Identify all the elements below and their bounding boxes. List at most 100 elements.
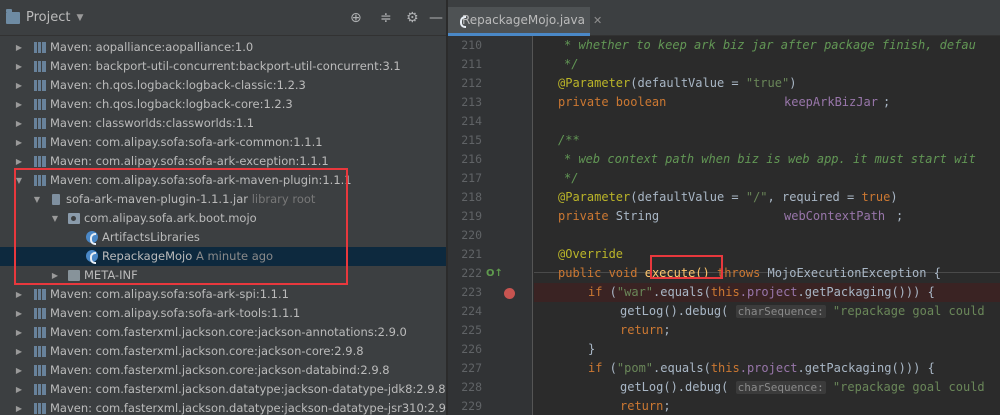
code-line: @Parameter(defaultValue = "/", required … xyxy=(558,190,898,204)
gear-icon[interactable]: ⚙ xyxy=(406,10,419,26)
editor-tab-bar: RepackageMojo.java ✕ xyxy=(448,0,1000,36)
tree-item[interactable]: ArtifactsLibraries xyxy=(0,228,446,247)
code-line: getLog().debug( charSequence: "repackage… xyxy=(620,304,985,318)
tree-item[interactable]: ▶ Maven: com.fasterxml.jackson.core:jack… xyxy=(0,342,446,361)
tree-item[interactable]: ▶ META-INF xyxy=(0,266,446,285)
library-icon xyxy=(34,156,46,167)
tree-item[interactable]: ▶ Maven: com.alipay.sofa:sofa-ark-common… xyxy=(0,133,446,152)
jar-icon xyxy=(52,194,60,205)
tree-item-selected[interactable]: RepackageMojo A minute ago xyxy=(0,247,446,266)
chevron-right-icon[interactable]: ▶ xyxy=(14,95,24,114)
tree-item-label: Maven: ch.qos.logback:logback-classic:1.… xyxy=(50,78,306,92)
line-number: 216 xyxy=(461,152,482,166)
tree-item-label: Maven: aopalliance:aopalliance:1.0 xyxy=(50,40,254,54)
chevron-down-icon[interactable]: ▼ xyxy=(14,171,24,190)
chevron-right-icon[interactable]: ▶ xyxy=(14,133,24,152)
tree-item-label: Maven: ch.qos.logback:logback-core:1.2.3 xyxy=(50,97,293,111)
tree-item[interactable]: ▼ com.alipay.sofa.ark.boot.mojo xyxy=(0,209,446,228)
library-icon xyxy=(34,308,46,319)
line-number: 226 xyxy=(461,342,482,356)
code-line: /** xyxy=(558,133,580,147)
tree-item-label: Maven: com.fasterxml.jackson.datatype:ja… xyxy=(50,401,447,415)
tree-item[interactable]: ▶ Maven: com.fasterxml.jackson.core:jack… xyxy=(0,361,446,380)
library-icon xyxy=(34,137,46,148)
override-marker-icon[interactable]: O↑ xyxy=(486,264,503,283)
project-title[interactable]: Project xyxy=(26,10,70,25)
parameter-hint: charSequence: xyxy=(735,305,826,318)
tree-item-label: sofa-ark-maven-plugin-1.1.1.jar xyxy=(66,192,249,206)
code-editor: RepackageMojo.java ✕ 210 211 212 213 214… xyxy=(448,0,1000,415)
chevron-right-icon[interactable]: ▶ xyxy=(14,399,24,415)
chevron-right-icon[interactable]: ▶ xyxy=(14,323,24,342)
chevron-right-icon[interactable]: ▶ xyxy=(14,152,24,171)
tree-item-label: Maven: com.fasterxml.jackson.core:jackso… xyxy=(50,344,364,358)
package-icon xyxy=(68,213,80,224)
line-number: 221 xyxy=(461,247,482,261)
collapse-icon[interactable]: ≑ xyxy=(380,10,392,26)
code-line: private String webContextPath; xyxy=(558,209,904,223)
library-root-hint: library root xyxy=(251,192,316,206)
tree-item[interactable]: ▶ Maven: com.fasterxml.jackson.datatype:… xyxy=(0,380,446,399)
hide-icon[interactable]: — xyxy=(429,10,443,26)
library-icon xyxy=(34,42,46,53)
tree-item[interactable]: ▶ Maven: ch.qos.logback:logback-core:1.2… xyxy=(0,95,446,114)
line-number: 223 xyxy=(461,285,482,299)
tree-item[interactable]: ▶ Maven: aopalliance:aopalliance:1.0 xyxy=(0,38,446,57)
library-icon xyxy=(34,175,46,186)
code-line: getLog().debug( charSequence: "repackage… xyxy=(620,380,985,394)
code-line: */ xyxy=(564,171,579,185)
tree-item[interactable]: ▼ sofa-ark-maven-plugin-1.1.1.jar librar… xyxy=(0,190,446,209)
chevron-right-icon[interactable]: ▶ xyxy=(14,285,24,304)
chevron-right-icon[interactable]: ▶ xyxy=(14,38,24,57)
execute-method[interactable]: execute() xyxy=(645,266,710,280)
chevron-right-icon[interactable]: ▶ xyxy=(14,57,24,76)
chevron-right-icon[interactable]: ▶ xyxy=(14,380,24,399)
line-number: 215 xyxy=(461,133,482,147)
tree-item[interactable]: ▶ Maven: ch.qos.logback:logback-classic:… xyxy=(0,76,446,95)
library-icon xyxy=(34,327,46,338)
tree-item-label: Maven: com.fasterxml.jackson.core:jackso… xyxy=(50,363,390,377)
tree-item-label: META-INF xyxy=(84,268,138,282)
editor-gutter[interactable]: 210 211 212 213 214 215 216 217 218 219 … xyxy=(448,36,533,415)
project-panel: Project ▼ ⊕ ≑ ⚙ — ▶ Maven: aopalliance:a… xyxy=(0,0,447,415)
chevron-right-icon[interactable]: ▶ xyxy=(14,304,24,323)
chevron-right-icon[interactable]: ▶ xyxy=(14,361,24,380)
tree-item-label: Maven: com.alipay.sofa:sofa-ark-common:1… xyxy=(50,135,323,149)
code-line: public void execute() throws MojoExecuti… xyxy=(558,266,941,280)
line-number: 220 xyxy=(461,228,482,242)
code-area[interactable]: * whether to keep ark biz jar after pack… xyxy=(534,36,1000,415)
line-number: 211 xyxy=(461,57,482,71)
library-icon xyxy=(34,346,46,357)
tree-item[interactable]: ▼ Maven: com.alipay.sofa:sofa-ark-maven-… xyxy=(0,171,446,190)
tab-repackagemojo[interactable]: RepackageMojo.java ✕ xyxy=(448,7,602,36)
line-number: 212 xyxy=(461,76,482,90)
chevron-down-icon[interactable]: ▼ xyxy=(76,13,83,23)
chevron-right-icon[interactable]: ▶ xyxy=(50,266,60,285)
chevron-right-icon[interactable]: ▶ xyxy=(14,342,24,361)
line-number: 213 xyxy=(461,95,482,109)
breakpoint-icon[interactable] xyxy=(504,288,515,299)
tree-item[interactable]: ▶ Maven: com.alipay.sofa:sofa-ark-except… xyxy=(0,152,446,171)
library-icon xyxy=(34,80,46,91)
library-icon xyxy=(34,99,46,110)
tree-item[interactable]: ▶ Maven: com.fasterxml.jackson.datatype:… xyxy=(0,399,447,415)
chevron-down-icon[interactable]: ▼ xyxy=(32,190,42,209)
chevron-right-icon[interactable]: ▶ xyxy=(14,76,24,95)
tree-item-label: com.alipay.sofa.ark.boot.mojo xyxy=(84,211,257,225)
tree-item[interactable]: ▶ Maven: backport-util-concurrent:backpo… xyxy=(0,57,446,76)
chevron-right-icon[interactable]: ▶ xyxy=(14,114,24,133)
library-icon xyxy=(34,118,46,129)
folder-icon xyxy=(68,270,80,281)
tab-label: RepackageMojo.java xyxy=(462,13,585,27)
locate-icon[interactable]: ⊕ xyxy=(350,10,362,26)
tree-item[interactable]: ▶ Maven: com.alipay.sofa:sofa-ark-tools:… xyxy=(0,304,446,323)
library-icon xyxy=(34,384,46,395)
project-icon xyxy=(6,8,20,24)
chevron-down-icon[interactable]: ▼ xyxy=(50,209,60,228)
close-icon[interactable]: ✕ xyxy=(593,14,602,27)
tree-item[interactable]: ▶ Maven: com.alipay.sofa:sofa-ark-spi:1.… xyxy=(0,285,446,304)
tree-item[interactable]: ▶ Maven: com.fasterxml.jackson.core:jack… xyxy=(0,323,446,342)
library-icon xyxy=(34,365,46,376)
line-number: 224 xyxy=(461,304,482,318)
tree-item[interactable]: ▶ Maven: classworlds:classworlds:1.1 xyxy=(0,114,446,133)
